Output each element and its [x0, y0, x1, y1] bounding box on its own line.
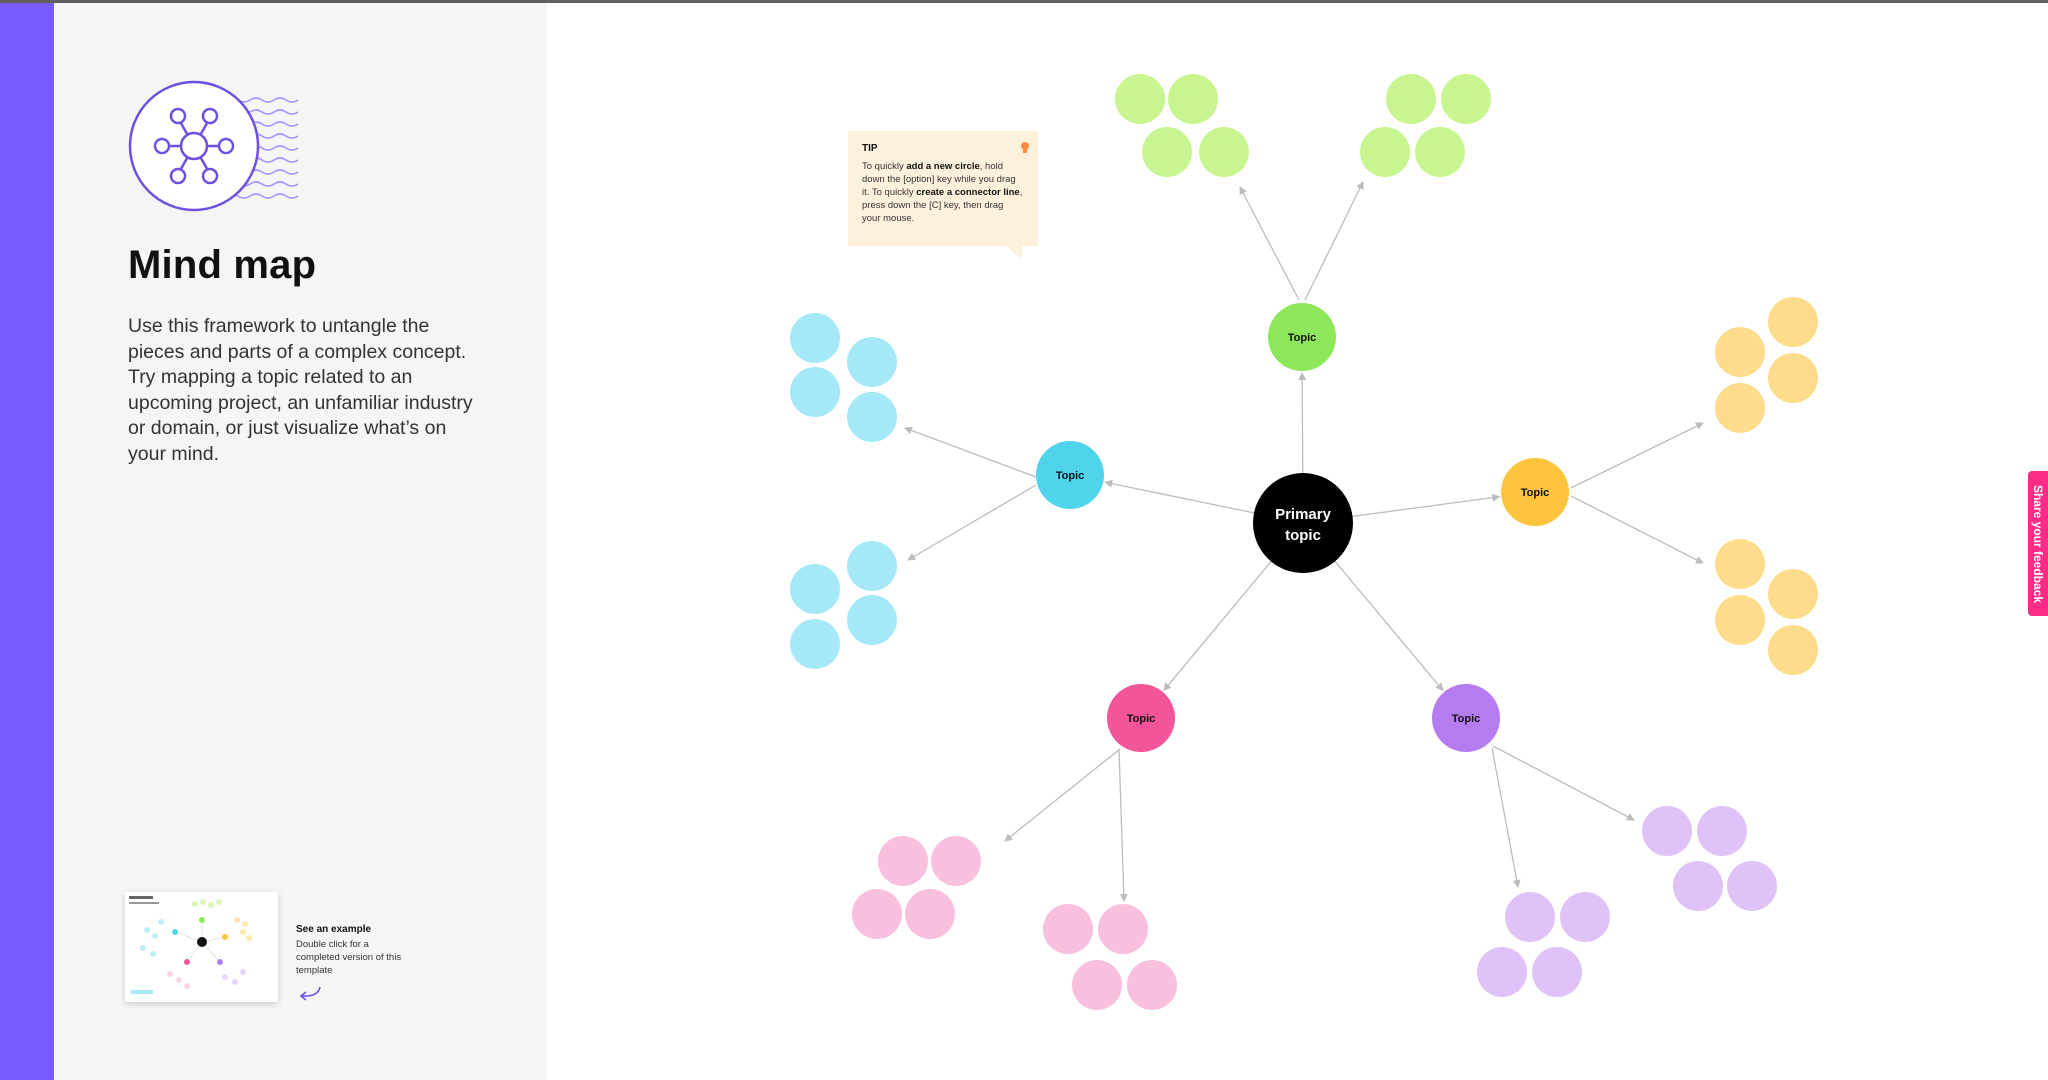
- subtopic-circle[interactable]: [1715, 539, 1765, 589]
- subtopic-circle[interactable]: [1477, 947, 1527, 997]
- subtopic-circle[interactable]: [1715, 327, 1765, 377]
- topic-node[interactable]: Topic: [1432, 684, 1500, 752]
- subtopic-circle[interactable]: [790, 564, 840, 614]
- share-feedback-tab[interactable]: Share your feedback: [2028, 471, 2048, 616]
- share-feedback-label: Share your feedback: [2031, 484, 2045, 603]
- connector-line: [1104, 479, 1255, 514]
- connector-line: [1570, 422, 1704, 489]
- subtopic-circle[interactable]: [1505, 892, 1555, 942]
- subtopic-circle[interactable]: [790, 367, 840, 417]
- topic-node[interactable]: Topic: [1268, 303, 1336, 371]
- subtopic-circle[interactable]: [1127, 960, 1177, 1010]
- connector-line: [1334, 560, 1444, 692]
- tip-text: To quickly add a new circle, hold down t…: [862, 160, 1024, 225]
- connector-line: [1163, 561, 1272, 692]
- topic-label: Topic: [1127, 713, 1156, 725]
- subtopic-circle[interactable]: [1441, 74, 1491, 124]
- subtopic-circle[interactable]: [1532, 947, 1582, 997]
- subtopic-circle[interactable]: [1115, 74, 1165, 124]
- subtopic-circle[interactable]: [878, 836, 928, 886]
- tip-note-tail: [1006, 246, 1022, 259]
- primary-topic-label-line2: topic: [1285, 527, 1321, 544]
- subtopic-circle[interactable]: [847, 337, 897, 387]
- topic-label: Topic: [1452, 713, 1481, 725]
- subtopic-circle[interactable]: [1360, 127, 1410, 177]
- topic-label: Topic: [1288, 332, 1317, 344]
- connector-line: [1491, 747, 1521, 888]
- subtopic-circle[interactable]: [1199, 127, 1249, 177]
- topic-node[interactable]: Topic: [1036, 441, 1104, 509]
- tip-text-part: To quickly: [862, 161, 907, 172]
- subtopic-circle[interactable]: [1098, 904, 1148, 954]
- topic-label: Topic: [1521, 487, 1550, 499]
- primary-topic-label-line1: Primary: [1275, 506, 1332, 523]
- subtopic-circle[interactable]: [1697, 806, 1747, 856]
- subtopic-circle[interactable]: [1043, 904, 1093, 954]
- subtopic-circle[interactable]: [1768, 353, 1818, 403]
- connector-line: [904, 426, 1037, 478]
- primary-topic-circle[interactable]: [1253, 473, 1353, 573]
- connector-line: [1352, 493, 1501, 518]
- connector-line: [1492, 745, 1635, 821]
- subtopic-circle[interactable]: [1560, 892, 1610, 942]
- tip-text-bold: create a connector line: [916, 187, 1020, 198]
- subtopic-circle[interactable]: [1072, 960, 1122, 1010]
- topic-label: Topic: [1056, 470, 1085, 482]
- subtopic-circle[interactable]: [1715, 595, 1765, 645]
- subtopic-circle[interactable]: [905, 889, 955, 939]
- primary-topic-node[interactable]: Primary topic: [1253, 473, 1353, 573]
- connector-line: [1118, 748, 1128, 902]
- subtopic-circle[interactable]: [1768, 297, 1818, 347]
- subtopic-circle[interactable]: [1142, 127, 1192, 177]
- subtopic-circle[interactable]: [1727, 861, 1777, 911]
- subtopic-circle[interactable]: [790, 619, 840, 669]
- connector-line: [1570, 495, 1704, 564]
- connector-line: [1004, 748, 1121, 842]
- subtopic-circle[interactable]: [847, 392, 897, 442]
- subtopic-circle[interactable]: [847, 595, 897, 645]
- tip-text-bold: add a new circle: [906, 161, 980, 172]
- subtopic-circle[interactable]: [1715, 383, 1765, 433]
- connector-line: [907, 484, 1037, 561]
- tip-note[interactable]: TIP To quickly add a new circle, hold do…: [848, 131, 1038, 246]
- topic-node[interactable]: Topic: [1501, 458, 1569, 526]
- subtopic-circle[interactable]: [931, 836, 981, 886]
- subtopic-circle[interactable]: [1415, 127, 1465, 177]
- subtopic-circle[interactable]: [1386, 74, 1436, 124]
- subtopic-circle[interactable]: [790, 313, 840, 363]
- subtopic-circle[interactable]: [852, 889, 902, 939]
- connector-line: [1298, 371, 1307, 474]
- subtopic-circle[interactable]: [1768, 625, 1818, 675]
- lightbulb-icon: [1020, 141, 1030, 160]
- topic-node[interactable]: Topic: [1107, 684, 1175, 752]
- connector-line: [1239, 186, 1300, 301]
- subtopic-circle[interactable]: [847, 541, 897, 591]
- subtopic-circle[interactable]: [1768, 569, 1818, 619]
- tip-title: TIP: [862, 143, 878, 154]
- subtopic-circle[interactable]: [1673, 861, 1723, 911]
- subtopic-circle[interactable]: [1168, 74, 1218, 124]
- connector-line: [1304, 181, 1364, 301]
- subtopic-circle[interactable]: [1642, 806, 1692, 856]
